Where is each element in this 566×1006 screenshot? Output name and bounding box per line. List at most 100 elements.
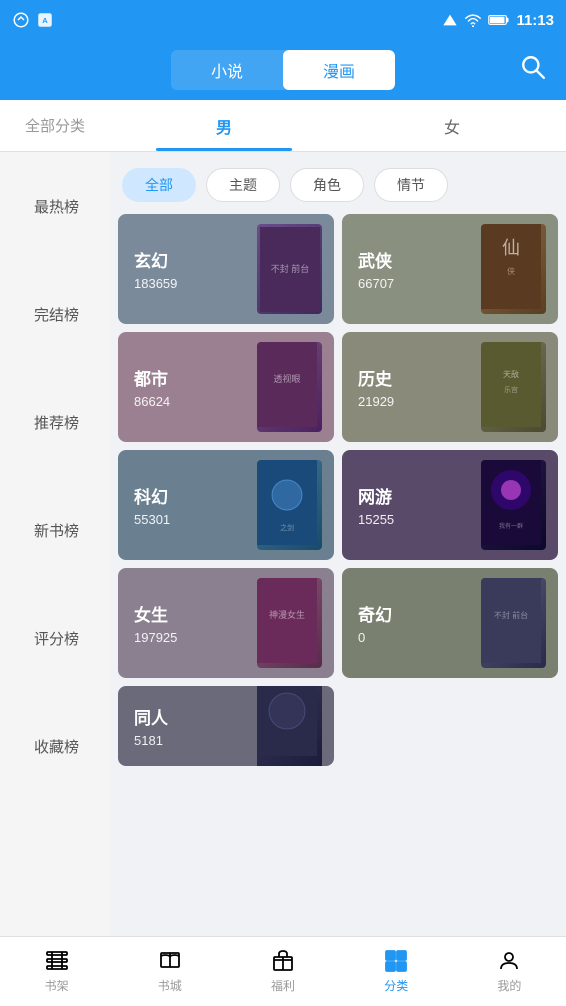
svg-text:侠: 侠 — [507, 266, 515, 276]
genre-name: 科幻 — [134, 483, 170, 508]
genre-count: 197925 — [134, 630, 177, 645]
nav-bookstore[interactable]: 书城 — [113, 949, 226, 994]
genre-card-wangyou[interactable]: 网游 15255 我有一群 — [342, 450, 558, 560]
signal-icon — [442, 13, 458, 27]
status-bar: A 11:13 — [0, 0, 566, 40]
genre-card-text: 科幻 55301 — [134, 483, 170, 527]
pill-all[interactable]: 全部 — [122, 168, 196, 202]
tab-female[interactable]: 女 — [338, 100, 566, 151]
category-icon — [384, 949, 408, 973]
genre-cover-nvsheng: 神漫女生 — [257, 578, 322, 668]
nav-mine[interactable]: 我的 — [453, 949, 566, 994]
nav-welfare-label: 福利 — [271, 977, 295, 994]
app-icon-2: A — [36, 11, 54, 29]
svg-text:乐宫: 乐宫 — [504, 385, 518, 394]
status-bar-left: A — [12, 11, 54, 29]
bookstore-icon — [158, 949, 182, 973]
welfare-icon — [271, 949, 295, 973]
genre-card-qihuan[interactable]: 奇幻 0 不封 前台 — [342, 568, 558, 678]
svg-text:A: A — [42, 16, 48, 25]
bookshelf-icon — [45, 949, 69, 973]
genre-name: 历史 — [358, 365, 394, 390]
nav-bookshelf[interactable]: 书架 — [0, 949, 113, 994]
genre-card-text: 女生 197925 — [134, 601, 177, 645]
pill-plot[interactable]: 情节 — [374, 168, 448, 202]
tab-male[interactable]: 男 — [110, 100, 338, 151]
sidebar-item-recommend[interactable]: 推荐榜 — [0, 368, 110, 476]
genre-name: 女生 — [134, 601, 177, 626]
genre-cover-xuanhuan: 不封 前台 — [257, 224, 322, 314]
genre-card-text: 网游 15255 — [358, 483, 394, 527]
genre-card-tongren[interactable]: 同人 5181 — [118, 686, 334, 766]
genre-count: 21929 — [358, 394, 394, 409]
genre-name: 都市 — [134, 365, 170, 390]
genre-count: 86624 — [134, 394, 170, 409]
tab-novel[interactable]: 小说 — [171, 50, 283, 90]
nav-category[interactable]: 分类 — [340, 949, 453, 994]
search-button[interactable] — [520, 54, 546, 86]
svg-text:我有一群: 我有一群 — [499, 522, 523, 530]
sidebar-item-hot[interactable]: 最热榜 — [0, 152, 110, 260]
sidebar: 最热榜 完结榜 推荐榜 新书榜 评分榜 收藏榜 — [0, 152, 110, 936]
genre-card-text: 奇幻 0 — [358, 601, 392, 645]
genre-card-text: 同人 5181 — [134, 704, 168, 748]
genre-cover-tongren — [257, 686, 322, 766]
genre-count: 55301 — [134, 512, 170, 527]
pill-theme[interactable]: 主题 — [206, 168, 280, 202]
genre-name: 玄幻 — [134, 247, 177, 272]
nav-bookstore-label: 书城 — [158, 977, 182, 994]
genre-card-dushi[interactable]: 都市 86624 透视眼 — [118, 332, 334, 442]
time-display: 11:13 — [516, 12, 554, 29]
category-tabs: 全部分类 男 女 — [0, 100, 566, 152]
sidebar-item-collect[interactable]: 收藏榜 — [0, 692, 110, 800]
bottom-nav: 书架 书城 福利 分类 我的 — [0, 936, 566, 1006]
genre-card-text: 武侠 66707 — [358, 247, 394, 291]
nav-mine-label: 我的 — [497, 977, 521, 994]
sidebar-item-score[interactable]: 评分榜 — [0, 584, 110, 692]
genre-cover-lishi: 天敌 乐宫 — [481, 342, 546, 432]
nav-category-label: 分类 — [384, 977, 408, 994]
status-bar-right: 11:13 — [442, 12, 554, 29]
tab-all-categories[interactable]: 全部分类 — [0, 100, 110, 151]
genre-cards-grid: 玄幻 183659 不封 前台 武侠 66707 — [118, 214, 558, 766]
wifi-icon — [464, 13, 482, 27]
genre-card-lishi[interactable]: 历史 21929 天敌 乐宫 — [342, 332, 558, 442]
svg-text:天敌: 天敌 — [503, 369, 519, 379]
genre-name: 奇幻 — [358, 601, 392, 626]
genre-count: 5181 — [134, 733, 168, 748]
genre-card-kehuan[interactable]: 科幻 55301 之剑 — [118, 450, 334, 560]
pill-role[interactable]: 角色 — [290, 168, 364, 202]
top-nav: 小说 漫画 — [0, 40, 566, 100]
genre-cover-dushi: 透视眼 — [257, 342, 322, 432]
genre-card-xuanhuan[interactable]: 玄幻 183659 不封 前台 — [118, 214, 334, 324]
genre-cover-qihuan: 不封 前台 — [481, 578, 546, 668]
nav-bookshelf-label: 书架 — [45, 977, 69, 994]
battery-icon — [488, 13, 510, 27]
genre-count: 66707 — [358, 276, 394, 291]
genre-card-text: 玄幻 183659 — [134, 247, 177, 291]
genre-count: 15255 — [358, 512, 394, 527]
genre-card-wuxia[interactable]: 武侠 66707 仙 侠 — [342, 214, 558, 324]
genre-grid: 全部 主题 角色 情节 玄幻 183659 不封 前台 — [110, 152, 566, 936]
nav-welfare[interactable]: 福利 — [226, 949, 339, 994]
genre-card-nvsheng[interactable]: 女生 197925 神漫女生 — [118, 568, 334, 678]
cover-image: 不封 前台 — [257, 224, 322, 314]
genre-name: 网游 — [358, 483, 394, 508]
genre-name: 武侠 — [358, 247, 394, 272]
main-content: 最热榜 完结榜 推荐榜 新书榜 评分榜 收藏榜 全部 主题 角色 情节 玄幻 1… — [0, 152, 566, 936]
genre-name: 同人 — [134, 704, 168, 729]
sidebar-item-complete[interactable]: 完结榜 — [0, 260, 110, 368]
app-icon-1 — [12, 11, 30, 29]
svg-text:之剑: 之剑 — [280, 523, 294, 532]
filter-pills: 全部 主题 角色 情节 — [118, 162, 558, 214]
mine-icon — [497, 949, 521, 973]
svg-text:不封 前台: 不封 前台 — [494, 610, 528, 620]
svg-text:仙: 仙 — [502, 238, 520, 258]
genre-count: 183659 — [134, 276, 177, 291]
svg-text:透视眼: 透视眼 — [273, 373, 300, 384]
sidebar-item-new[interactable]: 新书榜 — [0, 476, 110, 584]
tab-manga[interactable]: 漫画 — [283, 50, 395, 90]
genre-card-text: 都市 86624 — [134, 365, 170, 409]
genre-cover-wuxia: 仙 侠 — [481, 224, 546, 314]
genre-card-text: 历史 21929 — [358, 365, 394, 409]
